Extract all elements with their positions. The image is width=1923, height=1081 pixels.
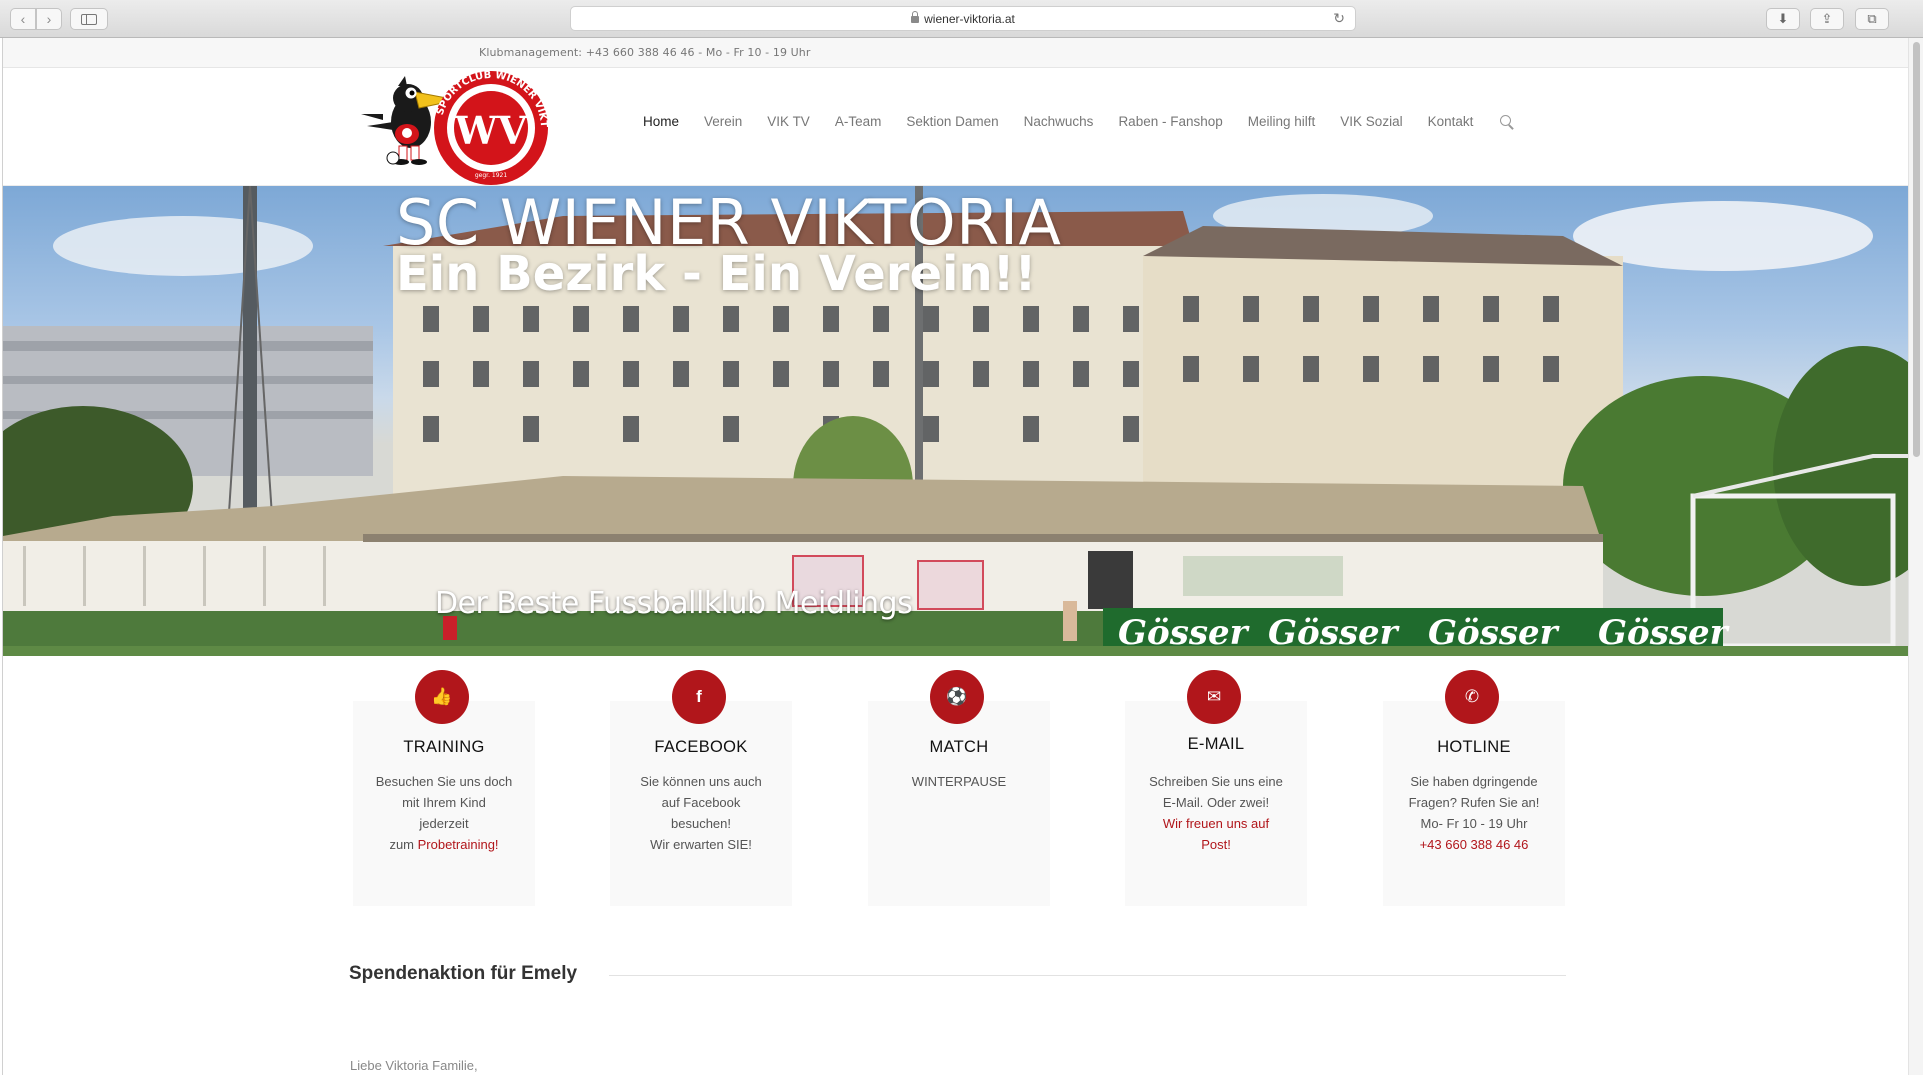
reload-icon[interactable]: ↻ — [1333, 10, 1345, 27]
feature-line: Schreiben Sie uns eine — [1149, 774, 1283, 789]
download-icon: ⬇ — [1777, 11, 1789, 26]
feature-line: Sie haben dgringende — [1410, 774, 1538, 789]
feature-line: jederzeit — [419, 816, 469, 831]
article-intro: Liebe Viktoria Familie, — [350, 1058, 478, 1073]
chevron-left-icon: ‹ — [20, 11, 26, 27]
page-scrollbar[interactable] — [1908, 38, 1923, 1075]
tabs-icon: ⧉ — [1867, 11, 1877, 26]
feature-hotline: ✆ HOTLINE Sie haben dgringende Fragen? R… — [1383, 670, 1565, 906]
chevron-right-icon: › — [46, 11, 52, 27]
lock-icon — [911, 11, 920, 23]
feature-line: mit Ihrem Kind — [402, 795, 486, 810]
nav-vik-sozial[interactable]: VIK Sozial — [1340, 114, 1402, 129]
feature-text: Besuchen Sie uns doch mit Ihrem Kind jed… — [361, 771, 527, 855]
feature-line: WINTERPAUSE — [911, 774, 1007, 789]
back-button[interactable]: ‹ — [10, 8, 36, 30]
feature-line: auf Facebook — [661, 795, 741, 810]
share-icon: ⇪ — [1821, 11, 1833, 26]
feature-title: E-MAIL — [1187, 735, 1245, 753]
nav-sektion-damen[interactable]: Sektion Damen — [906, 114, 998, 129]
facebook-icon[interactable]: f — [672, 670, 726, 724]
download-button[interactable]: ⬇ — [1766, 8, 1800, 30]
club-management-info: Klubmanagement: +43 660 388 46 46 - Mo -… — [479, 46, 811, 59]
top-info-bar: Klubmanagement: +43 660 388 46 46 - Mo -… — [3, 38, 1908, 68]
hotline-phone-link[interactable]: +43 660 388 46 46 — [1420, 837, 1529, 852]
feature-email: ✉ E-MAIL Schreiben Sie uns eine E-Mail. … — [1125, 670, 1307, 906]
feature-line: E-Mail. Oder zwei! — [1162, 795, 1270, 810]
nav-meiling-hilft[interactable]: Meiling hilft — [1248, 114, 1316, 129]
search-icon[interactable] — [1500, 114, 1514, 129]
envelope-icon[interactable]: ✉ — [1187, 670, 1241, 724]
nav-home[interactable]: Home — [643, 114, 679, 129]
site-header: SPORTCLUB WIENER VIKTORIA WV gegr. 1921 … — [3, 68, 1908, 186]
feature-boxes: 👍 TRAINING Besuchen Sie uns doch mit Ihr… — [353, 670, 1565, 921]
feature-line: besuchen! — [671, 816, 731, 831]
forward-button[interactable]: › — [36, 8, 62, 30]
club-logo[interactable]: SPORTCLUB WIENER VIKTORIA WV gegr. 1921 — [353, 70, 553, 188]
probetraining-link[interactable]: Probetraining! — [418, 837, 499, 852]
feature-line: Besuchen Sie uns doch — [375, 774, 513, 789]
email-link[interactable]: Post! — [1201, 837, 1231, 852]
sidebar-icon — [81, 13, 97, 25]
logo-founded: gegr. 1921 — [475, 172, 507, 179]
sidebar-toggle-button[interactable] — [70, 8, 108, 30]
feature-training: 👍 TRAINING Besuchen Sie uns doch mit Ihr… — [353, 670, 535, 906]
nav-nachwuchs[interactable]: Nachwuchs — [1024, 114, 1094, 129]
tab-overview-button[interactable]: ⧉ — [1855, 8, 1889, 30]
feature-line: Wir erwarten SIE! — [650, 837, 752, 852]
logo-initials: WV — [454, 108, 529, 153]
hero-tagline: Der Beste Fussballklub Meidlings — [435, 586, 913, 621]
soccer-ball-icon[interactable]: ⚽ — [930, 670, 984, 724]
browser-toolbar: ‹ › wiener-viktoria.at ↻ ⬇ ⇪ ⧉ — [0, 0, 1923, 38]
feature-text: Sie können uns auch auf Facebook besuche… — [618, 771, 784, 855]
feature-text: Schreiben Sie uns eine E-Mail. Oder zwei… — [1133, 771, 1299, 855]
feature-title: FACEBOOK — [654, 738, 748, 756]
feature-line: Fragen? Rufen Sie an! — [1408, 795, 1540, 810]
main-navigation: Home Verein VIK TV A-Team Sektion Damen … — [643, 114, 1514, 129]
feature-facebook: f FACEBOOK Sie können uns auch auf Faceb… — [610, 670, 792, 906]
section-divider — [609, 975, 1566, 976]
feature-text: WINTERPAUSE — [876, 771, 1042, 792]
nav-vik-tv[interactable]: VIK TV — [767, 114, 810, 129]
scrollbar-thumb[interactable] — [1913, 42, 1920, 457]
phone-icon[interactable]: ✆ — [1445, 670, 1499, 724]
feature-text: Sie haben dgringende Fragen? Rufen Sie a… — [1391, 771, 1557, 855]
nav-a-team[interactable]: A-Team — [835, 114, 882, 129]
feature-match: ⚽ MATCH WINTERPAUSE — [868, 670, 1050, 906]
email-link[interactable]: Wir freuen uns auf — [1163, 816, 1269, 831]
share-button[interactable]: ⇪ — [1810, 8, 1844, 30]
feature-line: Sie können uns auch — [640, 774, 762, 789]
hero-slider: Gösser Gösser Gösser Gösser SC WIENER VI… — [3, 186, 1908, 656]
feature-line: Mo- Fr 10 - 19 Uhr — [1420, 816, 1528, 831]
nav-verein[interactable]: Verein — [704, 114, 742, 129]
feature-title: HOTLINE — [1437, 738, 1511, 756]
url-text: wiener-viktoria.at — [924, 11, 1015, 26]
nav-kontakt[interactable]: Kontakt — [1428, 114, 1474, 129]
web-page: Klubmanagement: +43 660 388 46 46 - Mo -… — [2, 38, 1908, 1075]
address-bar[interactable]: wiener-viktoria.at ↻ — [570, 6, 1356, 31]
nav-raben-fanshop[interactable]: Raben - Fanshop — [1118, 114, 1222, 129]
hero-subtitle: Ein Bezirk - Ein Verein!! — [396, 246, 1037, 302]
feature-line: zum — [389, 837, 418, 852]
feature-title: MATCH — [929, 738, 989, 756]
thumbs-up-icon[interactable]: 👍 — [415, 670, 469, 724]
feature-title: TRAINING — [403, 738, 485, 756]
section-heading: Spendenaktion für Emely — [349, 963, 578, 984]
